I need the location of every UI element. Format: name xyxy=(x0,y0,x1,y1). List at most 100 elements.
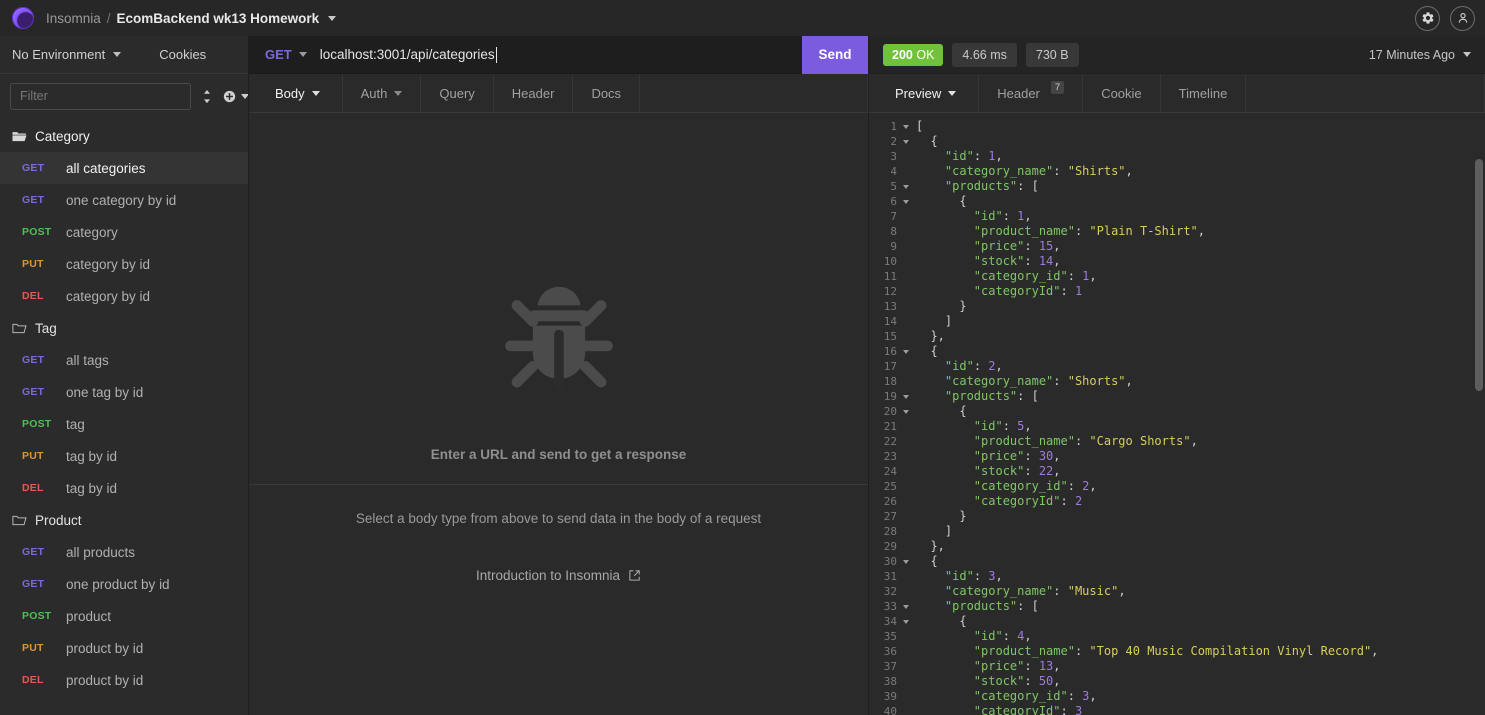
code-line-text: "price": 30, xyxy=(973,449,1061,463)
code-line-text: "product_name": "Plain T-Shirt", xyxy=(973,224,1206,238)
folder-row-category[interactable]: Category xyxy=(0,120,248,152)
line-number: 35 xyxy=(883,630,897,643)
code-line-text: ] xyxy=(944,524,953,538)
folder-open-icon xyxy=(12,131,27,141)
request-item[interactable]: GET one category by id xyxy=(0,184,248,216)
create-request-button[interactable] xyxy=(223,90,248,103)
tab-label: Cookie xyxy=(1101,85,1142,101)
request-item[interactable]: PUT category by id xyxy=(0,248,248,280)
request-method: DEL xyxy=(22,674,44,686)
chevron-down-icon xyxy=(902,619,909,624)
response-scrollbar[interactable] xyxy=(1475,159,1483,391)
filter-row xyxy=(0,74,248,118)
create-chevron-down-icon[interactable] xyxy=(241,93,248,99)
code-line: 25 "category_id": 2, xyxy=(869,479,1485,494)
tab-label: Auth xyxy=(360,85,388,101)
fold-toggle-icon[interactable] xyxy=(899,349,912,354)
code-line-text: "category_name": "Shorts", xyxy=(944,374,1133,388)
code-line-text: "categoryId": 2 xyxy=(973,494,1083,508)
request-item[interactable]: DEL category by id xyxy=(0,280,248,312)
line-number: 25 xyxy=(883,480,897,493)
line-number: 2 xyxy=(890,135,897,148)
folder-row-tag[interactable]: Tag xyxy=(0,312,248,344)
http-method-selector[interactable]: GET xyxy=(249,47,320,62)
request-item[interactable]: PUT tag by id xyxy=(0,440,248,472)
fold-toggle-icon[interactable] xyxy=(899,124,912,129)
fold-toggle-icon[interactable] xyxy=(899,559,912,564)
fold-toggle-icon[interactable] xyxy=(899,199,912,204)
request-item[interactable]: DEL tag by id xyxy=(0,472,248,504)
request-item[interactable]: DEL product by id xyxy=(0,664,248,696)
request-item[interactable]: GET one tag by id xyxy=(0,376,248,408)
tab-chevron-down-icon xyxy=(948,90,957,96)
request-tab-body[interactable]: Body xyxy=(249,74,343,112)
filter-input[interactable] xyxy=(10,82,191,110)
plus-circle-icon xyxy=(223,90,236,102)
code-line: 6 { xyxy=(869,194,1485,209)
request-method: POST xyxy=(22,418,52,430)
code-line: 28 ] xyxy=(869,524,1485,539)
line-number: 11 xyxy=(883,270,897,283)
fold-toggle-icon[interactable] xyxy=(899,409,912,414)
status-badge[interactable]: 200 OK xyxy=(883,43,944,66)
response-tab-cookie[interactable]: Cookie xyxy=(1083,74,1161,112)
fold-toggle-icon[interactable] xyxy=(899,139,912,144)
workspace-name[interactable]: EcomBackend wk13 Homework xyxy=(117,11,320,26)
code-line: 12 "categoryId": 1 xyxy=(869,284,1485,299)
gear-icon xyxy=(1422,12,1433,24)
request-item[interactable]: POST product xyxy=(0,600,248,632)
url-input[interactable]: localhost:3001/api/categories xyxy=(320,46,802,63)
fold-toggle-icon[interactable] xyxy=(899,394,912,399)
fold-toggle-icon[interactable] xyxy=(899,604,912,609)
folder-label: Tag xyxy=(35,320,57,336)
line-number: 22 xyxy=(883,435,897,448)
request-item-selected[interactable]: GET all categories xyxy=(0,152,248,184)
user-icon xyxy=(1458,13,1467,23)
response-body-viewer[interactable]: 1[2 {3 "id": 1, 4 "category_name": "Shirt… xyxy=(869,113,1485,715)
request-tab-docs[interactable]: Docs xyxy=(573,74,641,112)
workspace-chevron-down-icon[interactable] xyxy=(328,15,337,21)
line-number: 38 xyxy=(883,675,897,688)
line-number: 33 xyxy=(883,600,897,613)
request-item[interactable]: POST tag xyxy=(0,408,248,440)
chevron-down-icon xyxy=(902,349,909,354)
account-button[interactable] xyxy=(1450,5,1475,31)
environment-chevron-down-icon[interactable] xyxy=(113,52,122,57)
request-method: PUT xyxy=(22,258,44,270)
request-tab-header[interactable]: Header xyxy=(494,74,574,112)
request-label: one product by id xyxy=(66,576,170,592)
cookies-button[interactable]: Cookies xyxy=(159,47,206,62)
line-number: 32 xyxy=(883,585,897,598)
line-number: 21 xyxy=(883,420,897,433)
response-time-badge[interactable]: 4.66 ms xyxy=(952,42,1017,67)
response-tab-timeline[interactable]: Timeline xyxy=(1161,74,1247,112)
folder-row-product[interactable]: Product xyxy=(0,504,248,536)
response-size-badge[interactable]: 730 B xyxy=(1025,42,1079,67)
request-tab-query[interactable]: Query xyxy=(421,74,494,112)
response-tab-preview[interactable]: Preview xyxy=(869,74,980,112)
tab-label: Header xyxy=(997,85,1040,101)
response-history-selector[interactable]: 17 Minutes Ago xyxy=(1369,48,1471,62)
environment-selector[interactable]: No Environment xyxy=(12,47,105,62)
code-line: 11 "category_id": 1, xyxy=(869,269,1485,284)
request-item[interactable]: POST category xyxy=(0,216,248,248)
fold-toggle-icon[interactable] xyxy=(899,619,912,624)
sort-button[interactable] xyxy=(201,89,213,104)
code-line-text: { xyxy=(959,614,967,628)
request-tab-auth[interactable]: Auth xyxy=(343,74,422,112)
chevron-down-icon xyxy=(902,409,909,414)
settings-button[interactable] xyxy=(1415,5,1440,31)
send-button[interactable]: Send xyxy=(802,36,868,74)
code-line: 13 } xyxy=(869,299,1485,314)
line-number: 37 xyxy=(883,660,897,673)
request-item[interactable]: PUT product by id xyxy=(0,632,248,664)
text-cursor xyxy=(495,46,497,63)
fold-toggle-icon[interactable] xyxy=(899,184,912,189)
request-item[interactable]: GET all products xyxy=(0,536,248,568)
response-tab-header[interactable]: Header 7 xyxy=(979,74,1084,112)
chevron-down-icon xyxy=(902,559,909,564)
code-line-text: "categoryId": 1 xyxy=(973,284,1083,298)
request-item[interactable]: GET one product by id xyxy=(0,568,248,600)
introduction-link[interactable]: Introduction to Insomnia xyxy=(476,568,641,583)
request-item[interactable]: GET all tags xyxy=(0,344,248,376)
